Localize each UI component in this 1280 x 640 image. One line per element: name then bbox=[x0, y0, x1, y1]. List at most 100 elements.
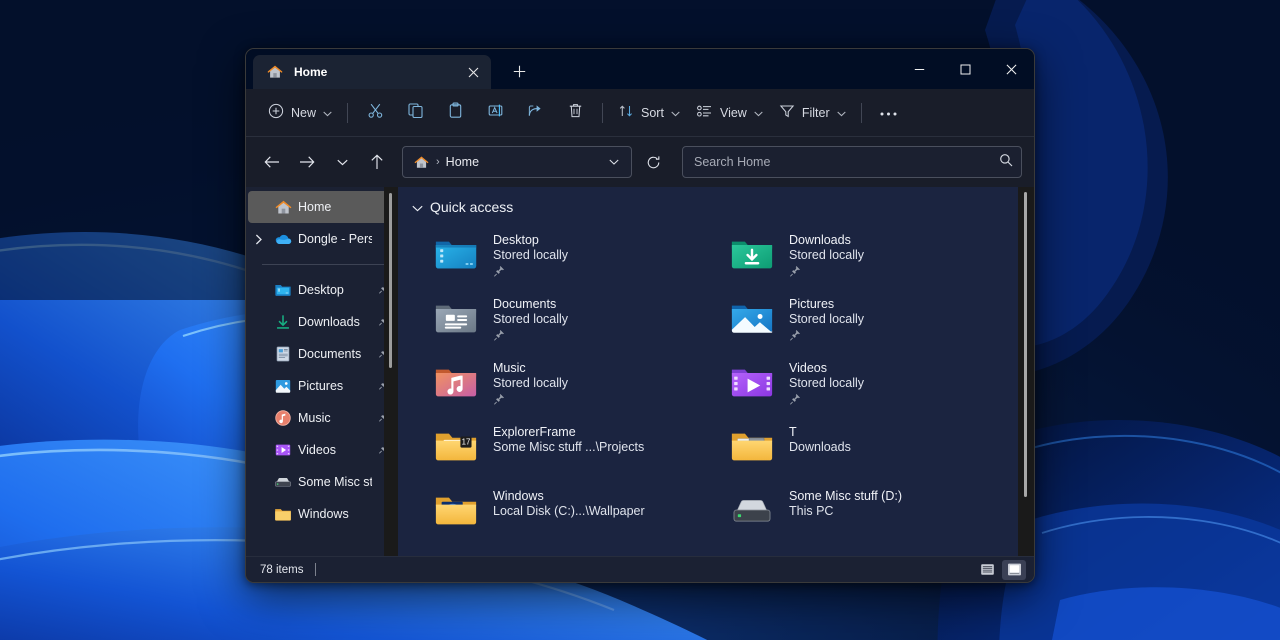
new-button[interactable]: New bbox=[260, 97, 340, 129]
search-icon[interactable] bbox=[999, 153, 1013, 172]
quick-access-tile[interactable]: TDownloads bbox=[722, 415, 1018, 479]
quick-access-tile[interactable]: DesktopStored locally bbox=[426, 223, 722, 287]
up-button[interactable] bbox=[361, 146, 393, 178]
pin-icon[interactable] bbox=[789, 328, 864, 341]
tiles-view-button[interactable] bbox=[1002, 560, 1026, 580]
tile-name: ExplorerFrame bbox=[493, 425, 644, 439]
sidebar-item-pictures[interactable]: Pictures bbox=[248, 370, 396, 402]
tab-strip: Home bbox=[246, 49, 535, 89]
tile-text: VideosStored locally bbox=[789, 361, 864, 405]
chevron-down-icon-group[interactable] bbox=[412, 199, 423, 215]
breadcrumb-current: Home bbox=[446, 155, 479, 169]
navigation-pane-scroll-thumb[interactable] bbox=[389, 193, 392, 368]
tab-close-button[interactable] bbox=[461, 60, 485, 84]
pin-icon[interactable] bbox=[789, 264, 864, 277]
expander-placeholder bbox=[250, 407, 268, 429]
pin-placeholder bbox=[493, 520, 645, 533]
pin-icon[interactable] bbox=[789, 392, 864, 405]
explorer-body: HomeDongle - Person Desktop Downloads Docum… bbox=[246, 187, 1034, 556]
videos-folder-icon bbox=[728, 359, 776, 407]
copy-button[interactable] bbox=[395, 97, 435, 129]
tile-subtitle: Stored locally bbox=[493, 312, 568, 326]
tile-text: ExplorerFrameSome Misc stuff ...\Project… bbox=[493, 425, 644, 469]
tile-name: Downloads bbox=[789, 233, 864, 247]
sort-arrows-icon bbox=[618, 103, 634, 122]
rename-button[interactable] bbox=[475, 97, 515, 129]
funnel-icon bbox=[779, 103, 795, 122]
search-input[interactable] bbox=[694, 155, 999, 169]
cut-button[interactable] bbox=[355, 97, 395, 129]
navigation-pane-scrollbar[interactable] bbox=[384, 187, 398, 556]
address-dropdown-button[interactable] bbox=[601, 149, 627, 175]
quick-access-tile[interactable]: PicturesStored locally bbox=[722, 287, 1018, 351]
tab-home[interactable]: Home bbox=[253, 55, 491, 89]
quick-access-title: Quick access bbox=[430, 199, 513, 215]
pin-icon[interactable] bbox=[493, 392, 568, 405]
chevron-down-icon-sort bbox=[671, 106, 680, 120]
downloads-icon bbox=[274, 313, 292, 331]
delete-button[interactable] bbox=[555, 97, 595, 129]
chevron-right-icon[interactable] bbox=[250, 228, 268, 250]
sidebar-item-label: Some Misc stuff bbox=[298, 475, 372, 489]
pin-placeholder bbox=[789, 456, 851, 469]
sidebar-item-some-misc-stuff[interactable]: Some Misc stuff bbox=[248, 466, 396, 498]
filter-button[interactable]: Filter bbox=[771, 97, 854, 129]
tile-text: PicturesStored locally bbox=[789, 297, 864, 341]
breadcrumb-separator: › bbox=[434, 156, 442, 168]
tile-text: MusicStored locally bbox=[493, 361, 568, 405]
quick-access-tile[interactable]: WindowsLocal Disk (C:)...\Wallpaper bbox=[426, 479, 722, 543]
sidebar-item-desktop[interactable]: Desktop bbox=[248, 274, 396, 306]
close-button[interactable] bbox=[988, 49, 1034, 89]
paste-button[interactable] bbox=[435, 97, 475, 129]
chevron-down-icon-view bbox=[754, 106, 763, 120]
back-button[interactable] bbox=[256, 146, 288, 178]
sidebar-item-home[interactable]: Home bbox=[248, 191, 396, 223]
view-button-label: View bbox=[720, 106, 747, 120]
sidebar-item-windows[interactable]: Windows bbox=[248, 498, 396, 530]
sidebar-item-documents[interactable]: Documents bbox=[248, 338, 396, 370]
new-tab-button[interactable] bbox=[503, 55, 535, 87]
copy-icon bbox=[407, 102, 424, 124]
tile-subtitle: Stored locally bbox=[493, 248, 568, 262]
refresh-button[interactable] bbox=[637, 146, 669, 178]
quick-access-group-header[interactable]: Quick access bbox=[398, 187, 1034, 223]
sidebar-item-music[interactable]: Music bbox=[248, 402, 396, 434]
content-scroll-thumb[interactable] bbox=[1024, 192, 1027, 497]
quick-access-tile[interactable]: 17 ExplorerFrameSome Misc stuff ...\Proj… bbox=[426, 415, 722, 479]
details-view-button[interactable] bbox=[975, 560, 999, 580]
quick-access-tile[interactable]: VideosStored locally bbox=[722, 351, 1018, 415]
sidebar-item-label: Windows bbox=[298, 507, 372, 521]
drive-icon bbox=[274, 473, 292, 491]
sidebar-item-downloads[interactable]: Downloads bbox=[248, 306, 396, 338]
tile-name: Windows bbox=[493, 489, 645, 503]
view-list-icon bbox=[696, 103, 713, 122]
search-box[interactable] bbox=[682, 146, 1022, 178]
content-scrollbar[interactable] bbox=[1018, 187, 1034, 556]
maximize-button[interactable] bbox=[942, 49, 988, 89]
minimize-button[interactable] bbox=[896, 49, 942, 89]
rename-icon bbox=[487, 102, 504, 124]
sidebar-item-dongle-person[interactable]: Dongle - Person bbox=[248, 223, 396, 255]
address-bar[interactable]: › Home bbox=[402, 146, 632, 178]
videos-icon bbox=[274, 441, 292, 459]
new-button-label: New bbox=[291, 106, 316, 120]
recent-locations-button[interactable] bbox=[326, 146, 358, 178]
tile-text: DesktopStored locally bbox=[493, 233, 568, 277]
pin-icon[interactable] bbox=[493, 264, 568, 277]
view-button[interactable]: View bbox=[688, 97, 771, 129]
sort-button[interactable]: Sort bbox=[610, 97, 688, 129]
sidebar-item-label: Downloads bbox=[298, 315, 372, 329]
quick-access-tile[interactable]: DocumentsStored locally bbox=[426, 287, 722, 351]
expander-placeholder bbox=[250, 375, 268, 397]
forward-button[interactable] bbox=[291, 146, 323, 178]
sidebar-item-videos[interactable]: Videos bbox=[248, 434, 396, 466]
quick-access-tile[interactable]: MusicStored locally bbox=[426, 351, 722, 415]
share-button[interactable] bbox=[515, 97, 555, 129]
pin-icon[interactable] bbox=[493, 328, 568, 341]
documents-folder-icon bbox=[432, 295, 480, 343]
quick-access-tile[interactable]: DownloadsStored locally bbox=[722, 223, 1018, 287]
quick-access-tile[interactable]: Some Misc stuff (D:)This PC bbox=[722, 479, 1018, 543]
pin-placeholder bbox=[789, 520, 902, 533]
more-options-button[interactable] bbox=[869, 97, 909, 129]
tile-subtitle: Downloads bbox=[789, 440, 851, 454]
